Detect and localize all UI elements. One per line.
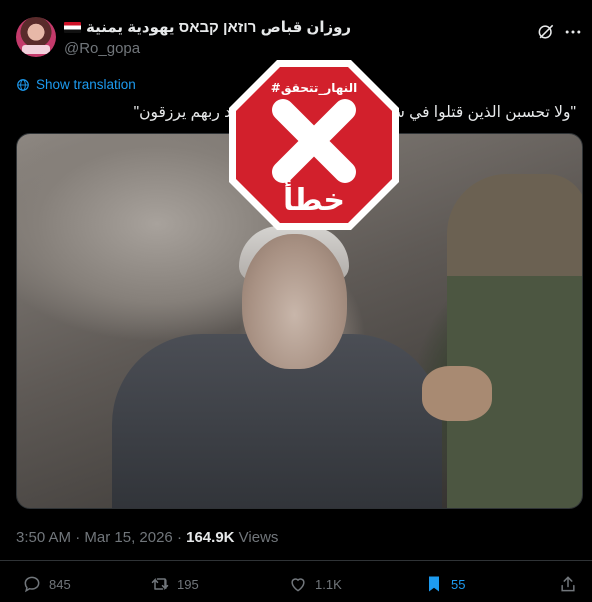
fact-check-stamp-icon: #النهار_تتحقق خطأ [229, 60, 399, 230]
like-count: 1.1K [315, 576, 342, 592]
views-label: Views [238, 529, 279, 546]
show-translation-link[interactable]: Show translation [16, 77, 136, 92]
share-button[interactable] [558, 574, 578, 594]
bookmark-count: 55 [451, 576, 466, 592]
bookmark-icon [429, 576, 439, 592]
tweet-action-bar: 845 195 1.1K 55 [0, 574, 592, 602]
stamp-verdict: خطأ [283, 180, 345, 218]
divider [0, 560, 592, 561]
more-icon[interactable] [563, 22, 583, 42]
reply-icon [24, 576, 40, 593]
author-name-text: روزان قباص רוזאן קבאס يهودية يمنية [86, 19, 352, 36]
like-icon [291, 578, 305, 592]
author-handle[interactable]: @Ro_gopa [64, 40, 140, 57]
author-display-name[interactable]: روزان قباص רוזאן קבאס يهودية يمنية [64, 18, 351, 36]
share-icon [561, 576, 575, 592]
views-count: 164.9K [186, 529, 235, 546]
stamp-hashtag: #النهار_تتحقق [271, 81, 357, 96]
tweet-time[interactable]: 3:50 AM [16, 529, 71, 546]
avatar[interactable] [16, 17, 56, 57]
meta-separator: · [75, 529, 81, 546]
repost-count: 195 [177, 576, 199, 592]
show-translation-label: Show translation [36, 77, 136, 92]
meta-separator-2: · [176, 529, 182, 546]
tweet-date[interactable]: Mar 15, 2026 [84, 529, 172, 546]
photo-hand [422, 366, 492, 421]
globe-icon [17, 78, 29, 91]
bookmark-button[interactable]: 55 [424, 574, 465, 594]
grok-icon[interactable] [536, 22, 556, 42]
reply-count: 845 [49, 576, 71, 592]
repost-icon [151, 578, 169, 590]
photo-figure-head [242, 234, 347, 369]
like-button[interactable]: 1.1K [288, 574, 342, 594]
photo-soldier [447, 174, 582, 508]
repost-button[interactable]: 195 [150, 574, 199, 594]
tweet-meta: 3:50 AM · Mar 15, 2026 · 164.9K Views [16, 529, 278, 546]
reply-button[interactable]: 845 [22, 574, 71, 594]
yemen-flag-icon [64, 21, 81, 33]
